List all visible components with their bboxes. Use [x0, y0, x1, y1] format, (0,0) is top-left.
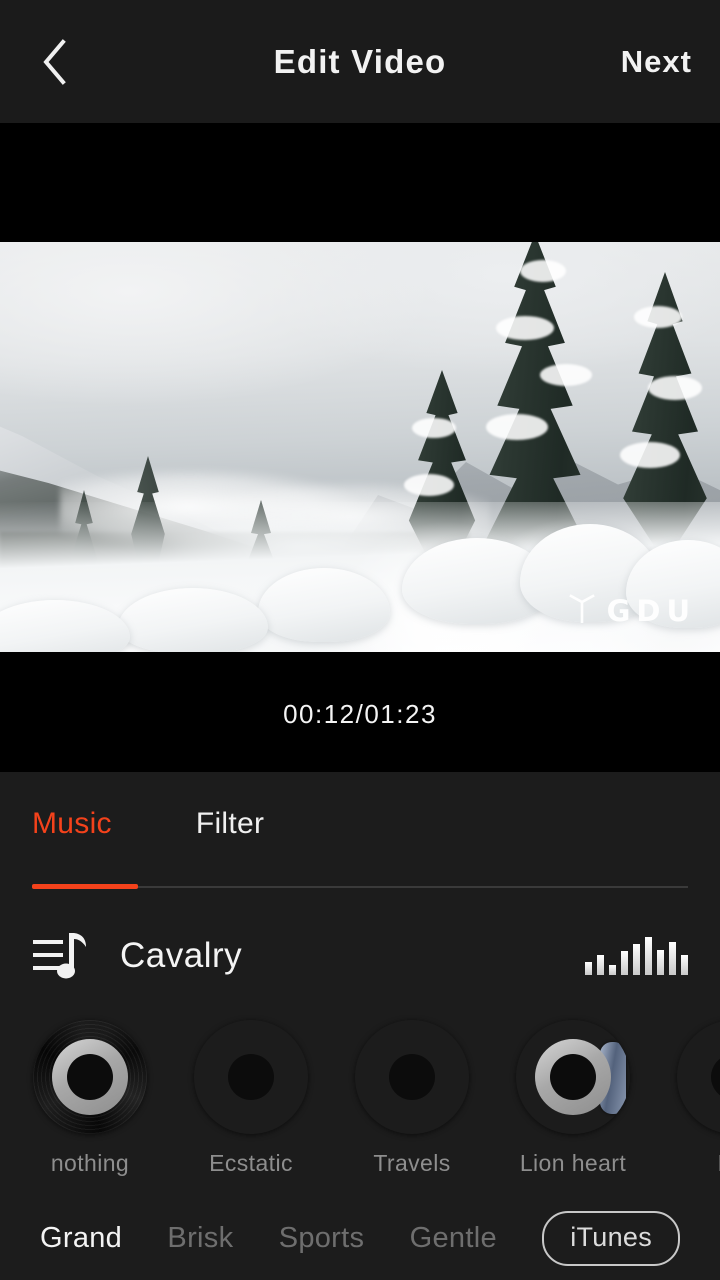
purple-disc-icon [355, 1020, 469, 1134]
video-preview[interactable]: GDU [0, 242, 720, 652]
tab-filter[interactable]: Filter [196, 801, 264, 841]
gdu-watermark-text: GDU [606, 593, 696, 628]
tab-music[interactable]: Music [32, 801, 112, 841]
gdu-watermark: GDU [568, 591, 696, 630]
track-artwork [355, 1020, 469, 1134]
track-artwork [516, 1020, 630, 1134]
track-label: Lion heart [519, 1150, 627, 1176]
editor-tabs: Music Filter [32, 772, 688, 870]
track-label: Travels [373, 1150, 451, 1176]
track-label: Mu [672, 1150, 720, 1177]
track-item-mu[interactable]: Mu [672, 1015, 720, 1177]
track-item-nothing[interactable]: nothing [28, 1015, 152, 1177]
track-item-ecstatic[interactable]: Ecstatic [189, 1015, 313, 1177]
track-artwork [33, 1020, 147, 1134]
gdu-logo-icon [568, 591, 595, 630]
blue-disc-icon [194, 1020, 308, 1134]
now-playing-title: Cavalry [120, 935, 243, 975]
track-artwork [677, 1020, 720, 1134]
equalizer-icon [585, 936, 688, 975]
disc-ring [535, 1039, 611, 1115]
next-button[interactable]: Next [621, 44, 692, 80]
video-player[interactable]: GDU 00:12/01:23 [0, 123, 720, 772]
edit-video-screen: Edit Video Next GDU 00:12/01:23 Music Fi… [0, 0, 720, 1280]
track-item-travels[interactable]: Travels [350, 1015, 474, 1177]
white-disc-icon [677, 1020, 720, 1134]
playback-timecode: 00:12/01:23 [283, 699, 437, 729]
vinyl-record-icon [33, 1020, 147, 1134]
track-artwork [194, 1020, 308, 1134]
track-item-lion-heart[interactable]: Lion heart [511, 1015, 635, 1177]
app-header: Edit Video Next [0, 0, 720, 123]
category-sports[interactable]: Sports [279, 1222, 365, 1255]
playlist-music-note-icon [32, 930, 88, 982]
music-category-bar: Grand Brisk Sports Gentle iTunes [0, 1205, 720, 1271]
track-label: nothing [50, 1150, 130, 1176]
speaker-disc-icon [516, 1020, 630, 1134]
disc-ring [52, 1039, 128, 1115]
category-grand[interactable]: Grand [40, 1222, 122, 1255]
music-track-carousel[interactable]: nothing Ecstatic Travels Lion heart [0, 1015, 720, 1195]
itunes-button[interactable]: iTunes [542, 1210, 681, 1266]
track-label: Ecstatic [209, 1150, 293, 1176]
now-playing-row[interactable]: Cavalry [0, 918, 720, 993]
active-tab-underline [32, 884, 138, 889]
page-title: Edit Video [273, 42, 447, 80]
category-gentle[interactable]: Gentle [410, 1222, 497, 1255]
category-brisk[interactable]: Brisk [167, 1222, 233, 1255]
